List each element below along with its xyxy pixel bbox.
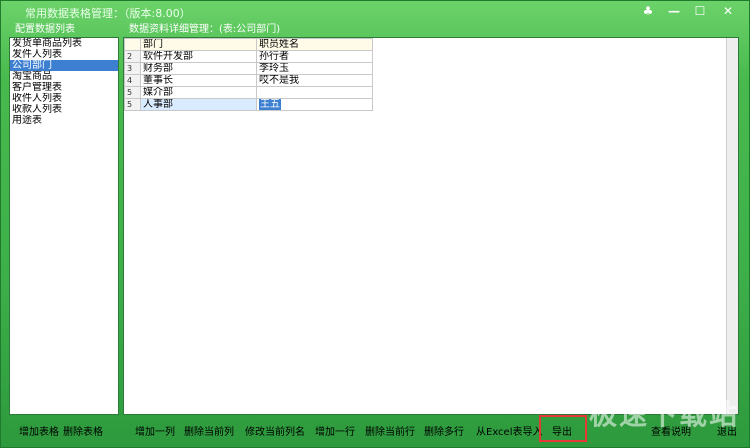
app-window: 常用数据表格管理：（版本:8.00） ♣ — ☐ ✕ 配置数据列表 发货单商品列… (0, 0, 750, 448)
export-highlight-box (539, 415, 587, 442)
employee-cell[interactable]: 王五 (256, 98, 373, 111)
close-icon[interactable]: ✕ (713, 1, 743, 21)
row-header-corner (124, 38, 141, 51)
vertical-scrollbar[interactable] (726, 38, 738, 414)
delete-table-button[interactable]: 删除表格 (63, 425, 103, 440)
department-cell[interactable]: 软件开发部 (140, 50, 257, 63)
list-item[interactable]: 客户管理表 (10, 82, 118, 93)
import-excel-button[interactable]: 从Excel表导入 (476, 425, 543, 440)
column-header-employee[interactable]: 职员姓名 (256, 38, 373, 51)
table-row[interactable]: 5 媒介部 (124, 86, 373, 99)
window-controls: ♣ — ☐ ✕ (635, 1, 743, 21)
data-table: 部门 职员姓名 2 软件开发部 孙行者 3 财务部 李玲玉 4 董事长 哎不是我 5 媒介部 5 人事部… (124, 38, 373, 111)
config-listbox[interactable]: 发货单商品列表 发件人列表 公司部门 淘宝商品 客户管理表 收件人列表 收款人列表 用途表 (9, 37, 119, 415)
delete-row-button[interactable]: 删除当前行 (365, 425, 415, 440)
config-list-title: 配置数据列表 (15, 24, 75, 35)
table-row[interactable]: 2 软件开发部 孙行者 (124, 50, 373, 63)
list-item[interactable]: 公司部门 (10, 60, 118, 71)
list-item[interactable]: 用途表 (10, 115, 118, 126)
data-grid[interactable]: 部门 职员姓名 2 软件开发部 孙行者 3 财务部 李玲玉 4 董事长 哎不是我 5 媒介部 5 人事部… (123, 37, 739, 415)
employee-cell[interactable]: 李玲玉 (256, 62, 373, 75)
table-row[interactable]: 5 人事部 王五 (124, 98, 373, 111)
window-title: 常用数据表格管理：（版本:8.00） (25, 7, 191, 20)
department-cell[interactable]: 人事部 (140, 98, 257, 111)
row-number[interactable]: 5 (124, 86, 141, 99)
list-item[interactable]: 淘宝商品 (10, 71, 118, 82)
delete-multiple-rows-button[interactable]: 删除多行 (424, 425, 464, 440)
department-cell[interactable]: 董事长 (140, 74, 257, 87)
maximize-icon[interactable]: ☐ (687, 1, 713, 21)
detail-panel: 数据资料详细管理：(表:公司部门) 部门 职员姓名 2 软件开发部 孙行者 3 财务部李… (123, 23, 739, 415)
column-header-department[interactable]: 部门 (140, 38, 257, 51)
config-list-panel: 配置数据列表 发货单商品列表 发件人列表 公司部门 淘宝商品 客户管理表 收件人列表 收款人… (9, 23, 119, 415)
list-item[interactable]: 收件人列表 (10, 93, 118, 104)
list-item[interactable]: 发货单商品列表 (10, 38, 118, 49)
department-cell[interactable]: 财务部 (140, 62, 257, 75)
table-row[interactable]: 3 财务部 李玲玉 (124, 62, 373, 75)
rename-column-button[interactable]: 修改当前列名 (245, 425, 305, 440)
list-item[interactable]: 收款人列表 (10, 104, 118, 115)
employee-cell[interactable]: 孙行者 (256, 50, 373, 63)
detail-panel-title: 数据资料详细管理：(表:公司部门) (129, 24, 281, 35)
employee-cell[interactable] (256, 86, 373, 99)
minimize-icon[interactable]: — (661, 1, 687, 21)
row-number[interactable]: 5 (124, 98, 141, 111)
add-row-button[interactable]: 增加一行 (315, 425, 355, 440)
pin-icon[interactable]: ♣ (635, 1, 661, 21)
table-row[interactable]: 4 董事长 哎不是我 (124, 74, 373, 87)
add-table-button[interactable]: 增加表格 (19, 425, 59, 440)
delete-column-button[interactable]: 删除当前列 (184, 425, 234, 440)
row-number[interactable]: 4 (124, 74, 141, 87)
add-column-button[interactable]: 增加一列 (135, 425, 175, 440)
cell-editor[interactable]: 王五 (259, 99, 281, 110)
title-bar: 常用数据表格管理：（版本:8.00） ♣ — ☐ ✕ (1, 1, 750, 23)
employee-cell[interactable]: 哎不是我 (256, 74, 373, 87)
list-item[interactable]: 发件人列表 (10, 49, 118, 60)
department-cell[interactable]: 媒介部 (140, 86, 257, 99)
row-number[interactable]: 2 (124, 50, 141, 63)
site-watermark: 极速下载站 (588, 398, 739, 431)
row-number[interactable]: 3 (124, 62, 141, 75)
